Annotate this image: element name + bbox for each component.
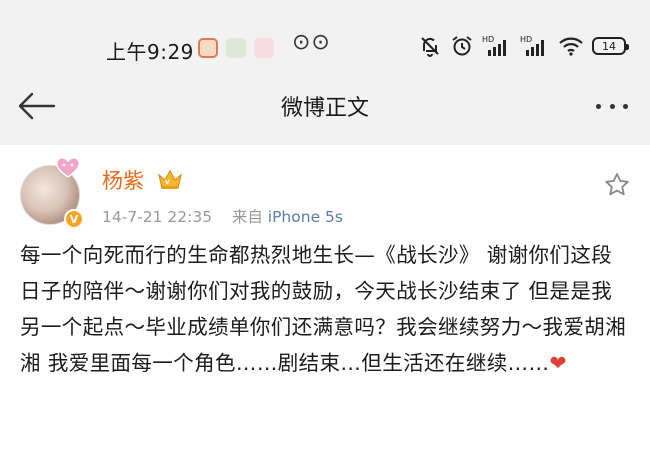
more-dot-icon [596, 103, 601, 109]
heart-emoji-icon: ❤ [549, 351, 567, 375]
svg-text:HD: HD [520, 35, 532, 44]
status-overflow-dots: ⊙⊙ [292, 30, 331, 55]
verified-badge: V [64, 209, 84, 229]
more-dot-icon [623, 103, 628, 109]
notif-app-icon [254, 38, 274, 58]
page-title: 微博正文 [280, 96, 369, 121]
hd-signal-icon: HD [482, 35, 506, 56]
wifi-icon [559, 37, 583, 56]
hd-signal-icon: HD [520, 35, 544, 56]
svg-text:HD: HD [482, 35, 494, 44]
status-time: 上午9:29 [106, 40, 194, 64]
alarm-icon [452, 36, 472, 56]
system-icons: HD HD 14 [418, 33, 629, 59]
post-date: 14-7-21 22:35 [102, 208, 213, 226]
vip-crown-icon[interactable]: V [156, 167, 184, 191]
source-prefix: 来自 [231, 208, 263, 226]
favorite-star-icon[interactable] [603, 171, 631, 199]
author-name[interactable]: 杨紫 [102, 165, 144, 195]
post-card: V 杨紫 V 14-7-21 22:35 来自 iPhone 5s 每一个向死而… [0, 145, 650, 469]
post-source[interactable]: iPhone 5s [268, 208, 343, 226]
post-text: 每一个向死而行的生命都热烈地生长—《战长沙》 谢谢你们这段日子的陪伴～谢谢你们对… [20, 243, 627, 375]
post-meta: 14-7-21 22:35 来自 iPhone 5s [102, 205, 343, 227]
notif-app-icon [198, 38, 218, 58]
status-bar: 上午9:29 ⊙⊙ HD HD 14 [0, 0, 650, 92]
svg-text:V: V [165, 179, 170, 186]
battery-indicator: 14 [592, 37, 629, 55]
notif-app-icon [226, 38, 246, 58]
avatar-container[interactable]: V [20, 157, 84, 229]
nav-bar: 微博正文 [0, 82, 650, 134]
mute-bell-icon [421, 37, 439, 57]
avatar-heart-sticker-icon [55, 157, 81, 178]
more-dot-icon [609, 103, 615, 109]
post-body: 每一个向死而行的生命都热烈地生长—《战长沙》 谢谢你们这段日子的陪伴～谢谢你们对… [20, 237, 632, 381]
more-button[interactable] [592, 86, 632, 126]
